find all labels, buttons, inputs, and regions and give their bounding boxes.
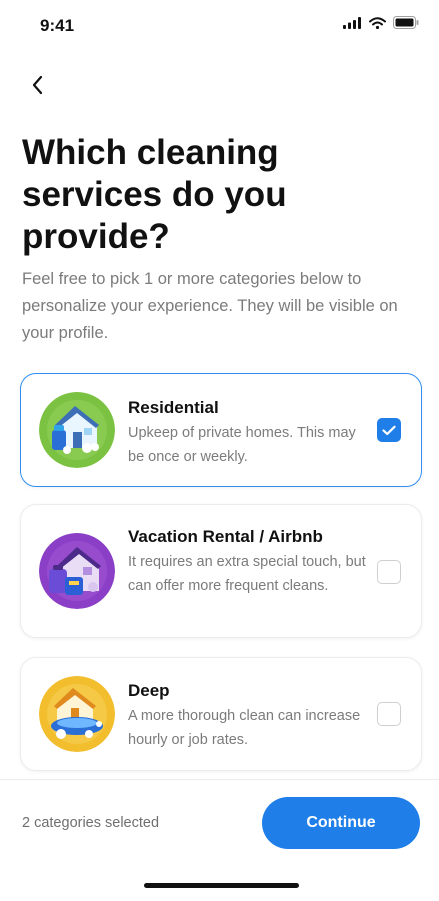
back-button[interactable]: [22, 70, 52, 100]
selected-count-text: 2 categories selected: [22, 815, 160, 831]
category-title: Vacation Rental / Airbnb: [128, 527, 323, 546]
category-title: Residential: [128, 398, 219, 417]
status-bar: 9:41: [0, 0, 439, 52]
page-subtitle: Feel free to pick 1 or more categories b…: [22, 270, 398, 342]
battery-icon: [393, 16, 419, 29]
category-card-deep[interactable]: Deep A more thorough clean can increase …: [20, 657, 422, 771]
category-card-residential[interactable]: Residential Upkeep of private homes. Thi…: [20, 373, 422, 487]
cellular-signal-icon: [343, 16, 361, 29]
continue-button[interactable]: Continue: [262, 797, 420, 849]
category-checkbox[interactable]: [377, 702, 401, 726]
deep-clean-icon: [39, 676, 115, 752]
residential-house-icon: [39, 392, 115, 468]
page-title: Which cleaning services do you provide?: [22, 133, 287, 256]
vacation-rental-icon: [39, 533, 115, 609]
category-checkbox[interactable]: [377, 418, 401, 442]
checkmark-icon: [382, 425, 396, 435]
status-icons: [343, 16, 419, 29]
chevron-left-icon: [32, 75, 43, 95]
category-description: It requires an extra special touch, but …: [128, 554, 366, 594]
category-description: Upkeep of private homes. This may be onc…: [128, 425, 356, 465]
category-title: Deep: [128, 681, 170, 700]
status-time: 9:41: [40, 16, 75, 35]
category-card-vacation-rental[interactable]: Vacation Rental / Airbnb It requires an …: [20, 504, 422, 638]
home-indicator[interactable]: [144, 883, 299, 888]
category-description: A more thorough clean can increase hourl…: [128, 708, 361, 748]
footer-bar: 2 categories selected Continue: [0, 779, 439, 901]
wifi-icon: [369, 16, 386, 29]
category-checkbox[interactable]: [377, 560, 401, 584]
